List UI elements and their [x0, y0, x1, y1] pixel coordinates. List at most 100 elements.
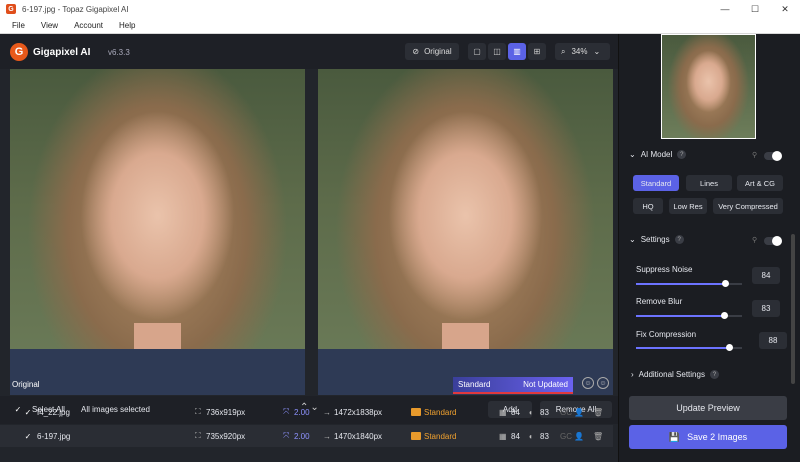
face-compare-icon[interactable]: ☺	[597, 377, 609, 389]
navigator-thumbnail[interactable]	[661, 34, 756, 139]
suppress-noise-slider[interactable]	[636, 280, 742, 287]
noise-icon: ▦	[499, 431, 507, 441]
slider-fill	[636, 315, 724, 317]
noise-icon: ▦	[499, 407, 507, 417]
image-detail	[10, 349, 305, 395]
update-preview-button[interactable]: Update Preview	[629, 396, 787, 420]
close-icon[interactable]: ✕	[770, 0, 800, 18]
model-icon	[411, 432, 421, 440]
remove-blur-slider[interactable]	[636, 312, 742, 319]
maximize-icon[interactable]: ☐	[740, 0, 770, 18]
model-hq-button[interactable]: HQ	[633, 198, 663, 214]
zoom-value: 34%	[571, 47, 588, 56]
menu-account[interactable]: Account	[74, 21, 103, 30]
noise-value: 84	[511, 431, 520, 441]
settings-title: Settings	[640, 235, 670, 244]
chevron-down-icon: ⌄	[629, 150, 636, 159]
window-titlebar: G 6-197.jpg - Topaz Gigapixel AI — ☐ ✕	[0, 0, 800, 18]
fix-compression-label: Fix Compression	[636, 330, 697, 339]
scale-value[interactable]: 2.00	[294, 408, 310, 417]
model-icon	[411, 408, 421, 416]
settings-section-header[interactable]: ⌄ Settings ?	[629, 235, 684, 244]
output-size: 1472x1838px	[334, 407, 383, 417]
model-name: Standard	[424, 407, 457, 417]
top-toolbar: G Gigapixel AI v6.3.3 ⊘ Original ▢ ◫ ▥ ⊞…	[0, 34, 618, 69]
model-lines-button[interactable]: Lines	[686, 175, 732, 191]
checkmark-icon[interactable]: ✓	[24, 432, 32, 441]
original-image-preview[interactable]	[10, 69, 305, 395]
save-images-button[interactable]: 💾 Save 2 Images	[629, 425, 787, 449]
view-mode-group: ▢ ◫ ▥ ⊞	[468, 43, 546, 60]
pin-icon[interactable]: ⚲	[752, 236, 757, 244]
slider-handle[interactable]	[722, 280, 729, 287]
ai-model-title: AI Model	[640, 150, 673, 159]
slider-handle[interactable]	[721, 312, 728, 319]
face-refine-icon[interactable]: ☺	[582, 377, 594, 389]
ai-model-toggle[interactable]	[764, 151, 782, 161]
original-toggle-button[interactable]: ⊘ Original	[405, 43, 459, 60]
preview-status-strip: Standard Not Updated	[453, 377, 573, 394]
resolution-icon: ⛶	[195, 407, 201, 416]
fix-compression-slider[interactable]	[636, 344, 742, 351]
gigapixel-logo-icon: G	[10, 43, 28, 61]
eye-off-icon: ⊘	[412, 47, 420, 56]
model-art-cg-button[interactable]: Art & CG	[737, 175, 783, 191]
menu-help[interactable]: Help	[119, 21, 135, 30]
app-version: v6.3.3	[108, 48, 130, 57]
suppress-noise-value[interactable]: 84	[752, 267, 780, 284]
original-toggle-label: Original	[424, 47, 452, 56]
zoom-control[interactable]: ⌕ 34% ⌄	[555, 43, 610, 60]
status-progress-bar	[453, 392, 573, 394]
remove-blur-label: Remove Blur	[636, 297, 683, 306]
preview-update-status: Not Updated	[523, 380, 568, 389]
chevron-right-icon: ›	[631, 370, 634, 379]
resolution-icon: ⛶	[195, 431, 201, 440]
split-view-icon[interactable]: ◫	[488, 43, 506, 60]
trash-icon[interactable]: 🗑	[593, 408, 603, 417]
checkmark-icon[interactable]: ✓	[24, 408, 32, 417]
table-row[interactable]: ✓ 6-197.jpg ⛶ 735x920px ⤧ 2.00 → 1470x18…	[0, 425, 613, 447]
additional-settings-header[interactable]: › Additional Settings ?	[631, 370, 719, 379]
pin-icon[interactable]: ⚲	[752, 151, 757, 159]
input-size: 735x920px	[206, 431, 246, 441]
original-preview-label: Original	[12, 380, 40, 389]
model-low-res-button[interactable]: Low Res	[669, 198, 707, 214]
minimize-icon[interactable]: —	[710, 0, 740, 18]
gamma-correction-label: GC	[560, 431, 572, 441]
slider-fill	[636, 283, 726, 285]
chevron-down-icon: ⌄	[593, 47, 601, 56]
arrow-right-icon: →	[323, 407, 331, 417]
table-row[interactable]: ✓ f4_22.jpg ⛶ 736x919px ⤧ 2.00 → 1472x18…	[0, 401, 613, 423]
fix-compression-value[interactable]: 88	[759, 332, 787, 349]
scale-icon: ⤧	[283, 431, 290, 440]
model-very-compressed-button[interactable]: Very Compressed	[713, 198, 783, 214]
file-name: f4_22.jpg	[37, 407, 70, 417]
help-icon[interactable]: ?	[709, 370, 719, 379]
window-title: 6-197.jpg - Topaz Gigapixel AI	[22, 4, 129, 14]
settings-sidebar: ⌄ AI Model ? ⚲ Standard Lines Art & CG H…	[618, 34, 800, 462]
ai-model-section-header[interactable]: ⌄ AI Model ?	[629, 150, 687, 159]
side-by-side-view-icon[interactable]: ▥	[508, 43, 526, 60]
single-view-icon[interactable]: ▢	[468, 43, 486, 60]
settings-toggle[interactable]	[764, 236, 782, 246]
window-controls: — ☐ ✕	[710, 0, 800, 18]
menu-view[interactable]: View	[41, 21, 58, 30]
save-icon: 💾	[668, 431, 681, 442]
help-icon[interactable]: ?	[674, 235, 684, 244]
blur-icon: ◖	[528, 431, 533, 441]
grid-view-icon[interactable]: ⊞	[528, 43, 546, 60]
face-icon: 👤	[574, 431, 584, 441]
remove-blur-value[interactable]: 83	[752, 300, 780, 317]
slider-handle[interactable]	[726, 344, 733, 351]
help-icon[interactable]: ?	[677, 150, 687, 159]
additional-settings-label: Additional Settings	[638, 370, 705, 379]
menu-file[interactable]: File	[12, 21, 25, 30]
sidebar-scrollbar[interactable]	[791, 234, 795, 384]
upscaled-image-preview[interactable]	[318, 69, 613, 395]
trash-icon[interactable]: 🗑	[593, 432, 603, 441]
suppress-noise-label: Suppress Noise	[636, 265, 693, 274]
model-standard-button[interactable]: Standard	[633, 175, 679, 191]
face-icon: 👤	[574, 407, 584, 417]
app-name: Gigapixel AI	[33, 47, 91, 58]
scale-value[interactable]: 2.00	[294, 432, 310, 441]
